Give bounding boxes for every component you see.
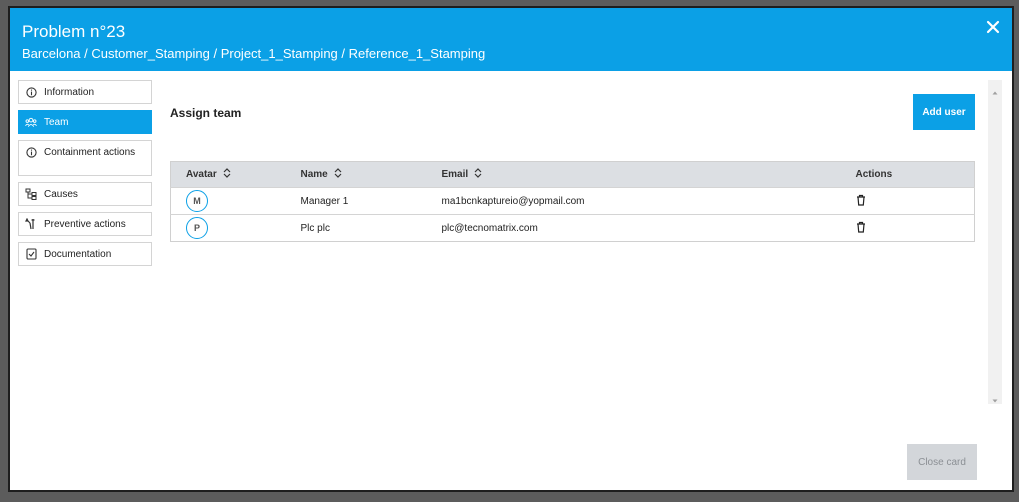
scroll-up-icon[interactable]	[991, 84, 999, 95]
sort-icon[interactable]	[223, 168, 231, 181]
user-email: ma1bcnkaptureio@yopmail.com	[433, 187, 848, 215]
sidebar-item-causes[interactable]: Causes	[18, 182, 152, 206]
team-table: Avatar Name Email Actions M Manager 1 ma…	[170, 161, 975, 242]
column-header-label: Avatar	[186, 169, 217, 181]
side-navigation: Information Team Containment actions Cau…	[18, 80, 152, 272]
sidebar-item-information[interactable]: Information	[18, 80, 152, 104]
sort-icon[interactable]	[474, 168, 482, 181]
add-user-button[interactable]: Add user	[913, 94, 975, 130]
trash-icon[interactable]	[856, 221, 866, 236]
vertical-scrollbar[interactable]	[988, 80, 1002, 404]
sidebar-item-label: Causes	[44, 188, 78, 200]
column-header-email[interactable]: Email	[434, 162, 848, 188]
user-name: Manager 1	[292, 187, 434, 215]
sidebar-item-documentation[interactable]: Documentation	[18, 242, 152, 266]
sidebar-item-label: Team	[44, 116, 69, 128]
sort-icon[interactable]	[334, 168, 342, 181]
sidebar-item-containment-actions[interactable]: Containment actions	[18, 140, 152, 176]
sidebar-item-label: Preventive actions	[44, 218, 126, 230]
column-header-name[interactable]: Name	[293, 162, 434, 188]
scroll-down-icon[interactable]	[991, 392, 999, 403]
tree-icon	[25, 188, 37, 200]
info-icon	[25, 146, 37, 158]
breadcrumb: Barcelona / Customer_Stamping / Project_…	[22, 46, 486, 61]
team-icon	[25, 116, 37, 128]
table-header-row: Avatar Name Email Actions	[170, 161, 975, 188]
sidebar-item-team[interactable]: Team	[18, 110, 152, 134]
column-header-label: Email	[441, 169, 469, 181]
user-email: plc@tecnomatrix.com	[433, 214, 848, 242]
table-row: P Plc plc plc@tecnomatrix.com	[170, 214, 975, 242]
column-header-label: Actions	[855, 169, 893, 180]
modal-title: Problem n°23	[22, 22, 126, 41]
sidebar-item-preventive-actions[interactable]: Preventive actions	[18, 212, 152, 236]
sidebar-item-label: Documentation	[44, 248, 112, 260]
avatar: M	[186, 190, 208, 212]
user-name: Plc plc	[292, 214, 434, 242]
column-header-label: Name	[300, 169, 328, 181]
trash-icon[interactable]	[856, 194, 866, 209]
column-header-actions: Actions	[848, 162, 975, 188]
avatar: P	[186, 217, 208, 239]
sidebar-item-label: Containment actions	[44, 147, 136, 158]
close-card-button[interactable]: Close card	[907, 444, 977, 480]
sidebar-item-label: Information	[44, 86, 95, 98]
column-header-avatar[interactable]: Avatar	[171, 162, 293, 188]
table-row: M Manager 1 ma1bcnkaptureio@yopmail.com	[170, 187, 975, 215]
info-icon	[25, 86, 37, 98]
close-icon[interactable]	[984, 18, 1002, 36]
document-icon	[25, 248, 37, 260]
section-title: Assign team	[170, 106, 242, 120]
problem-modal: Problem n°23 Barcelona / Customer_Stampi…	[8, 6, 1014, 492]
modal-header: Problem n°23 Barcelona / Customer_Stampi…	[10, 8, 1012, 71]
wrench-icon	[25, 218, 37, 230]
